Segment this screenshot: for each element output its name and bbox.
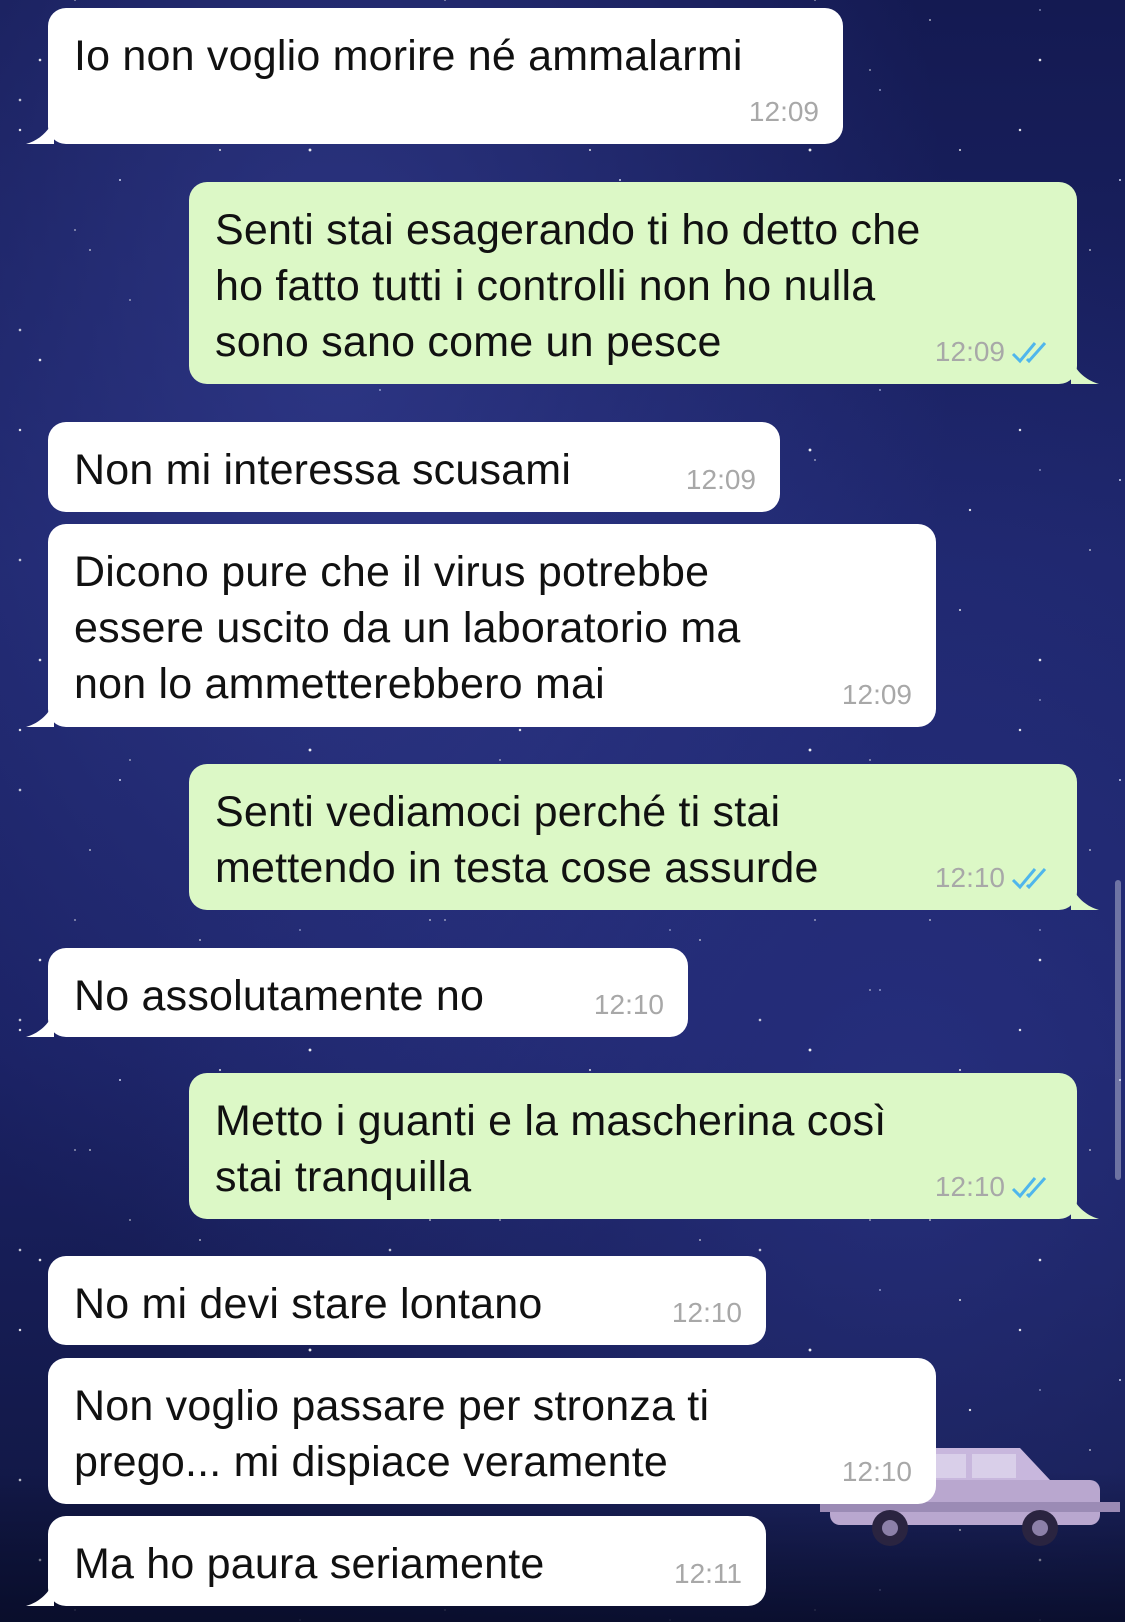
bubble-tail: [1071, 884, 1099, 910]
message-text: Ma ho paura seriamente: [74, 1540, 545, 1588]
message-time: 12:10: [934, 862, 1005, 893]
message-outgoing[interactable]: Senti stai esagerando ti ho detto che ho…: [189, 182, 1099, 384]
message-time: 12:10: [671, 1297, 742, 1328]
message-text: Non voglio passare per stronza ti prego.…: [74, 1382, 710, 1486]
message-time: 12:09: [748, 96, 819, 127]
message-outgoing[interactable]: Metto i guanti e la mascherina così stai…: [189, 1073, 1099, 1219]
message-incoming[interactable]: Io non voglio morire né ammalarmi 12:09: [26, 8, 843, 144]
message-meta: 12:10: [672, 1297, 742, 1329]
bubble-tail: [1071, 358, 1099, 384]
message-time: 12:09: [934, 336, 1005, 367]
bubble-tail: [26, 118, 54, 144]
message-incoming[interactable]: Ma ho paura seriamente 12:11: [26, 1516, 766, 1606]
message-text: Senti stai esagerando ti ho detto che ho…: [215, 206, 921, 366]
message-meta: 12:09: [749, 96, 819, 128]
message-meta: 12:10: [842, 1456, 912, 1488]
message-incoming[interactable]: Dicono pure che il virus potrebbe essere…: [26, 524, 936, 727]
message-meta: 12:09: [935, 336, 1053, 368]
message-time: 12:09: [685, 464, 756, 495]
message-time: 12:09: [841, 679, 912, 710]
chat-messages: Io non voglio morire né ammalarmi 12:09 …: [0, 0, 1125, 1622]
bubble-tail: [26, 1580, 54, 1606]
message-text: No assolutamente no: [74, 972, 485, 1020]
message-outgoing[interactable]: Senti vediamoci perché ti stai mettendo …: [189, 764, 1099, 910]
message-time: 12:11: [674, 1558, 742, 1589]
message-text: Metto i guanti e la mascherina così stai…: [215, 1097, 887, 1201]
bubble-tail: [26, 1011, 54, 1037]
message-text: Io non voglio morire né ammalarmi: [74, 32, 743, 80]
bubble-tail: [26, 701, 54, 727]
message-meta: 12:09: [686, 464, 756, 496]
message-meta: 12:10: [594, 989, 664, 1021]
message-time: 12:10: [841, 1456, 912, 1487]
read-receipt-icon: [1011, 1177, 1047, 1199]
message-meta: 12:11: [674, 1558, 742, 1590]
message-incoming[interactable]: Non voglio passare per stronza ti prego.…: [48, 1358, 936, 1504]
message-time: 12:10: [934, 1171, 1005, 1202]
message-incoming[interactable]: Non mi interessa scusami 12:09: [48, 422, 780, 512]
message-text: Dicono pure che il virus potrebbe essere…: [74, 548, 741, 708]
message-incoming[interactable]: No mi devi stare lontano 12:10: [48, 1256, 766, 1345]
message-time: 12:10: [593, 989, 664, 1020]
message-meta: 12:10: [935, 862, 1053, 894]
message-text: No mi devi stare lontano: [74, 1280, 543, 1328]
read-receipt-icon: [1011, 868, 1047, 890]
message-meta: 12:10: [935, 1171, 1053, 1203]
message-meta: 12:09: [842, 679, 912, 711]
bubble-tail: [1071, 1193, 1099, 1219]
message-text: Non mi interessa scusami: [74, 446, 572, 494]
message-incoming[interactable]: No assolutamente no 12:10: [26, 948, 688, 1037]
message-text: Senti vediamoci perché ti stai mettendo …: [215, 788, 819, 892]
read-receipt-icon: [1011, 342, 1047, 364]
